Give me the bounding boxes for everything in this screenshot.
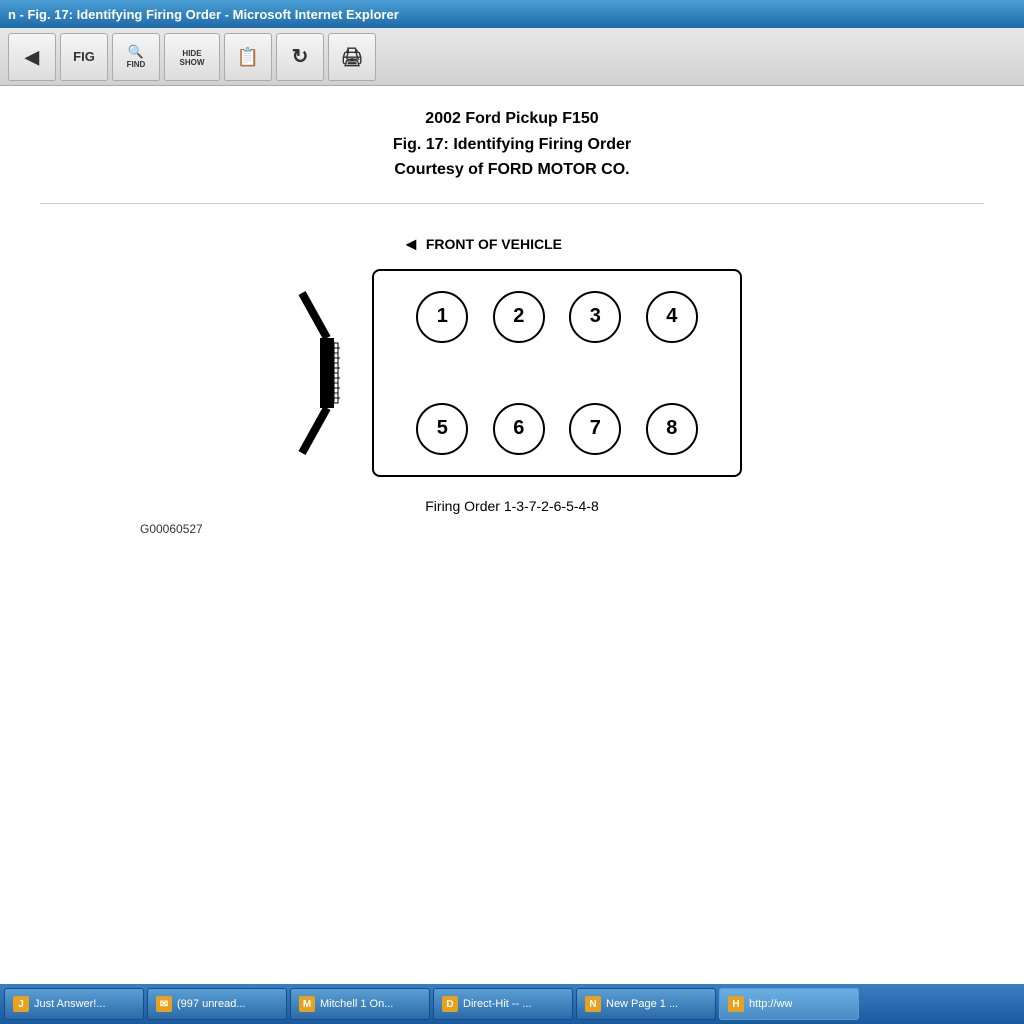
title-divider xyxy=(40,203,984,204)
cylinder-4: 4 xyxy=(646,291,698,343)
taskbar-item-justanswer[interactable]: J Just Answer!... xyxy=(4,988,144,1020)
diagram-container: ◄ FRONT OF VEHICLE xyxy=(40,234,984,536)
title-line1: 2002 Ford Pickup F150 xyxy=(40,106,984,132)
find-label: FIND xyxy=(127,60,146,69)
toolbar-btn-refresh[interactable]: ↻ xyxy=(276,33,324,81)
toolbar-btn-nav[interactable]: 📋 xyxy=(224,33,272,81)
taskbar-item-http[interactable]: H http://ww xyxy=(719,988,859,1020)
hideshow-label: HIDESHOW xyxy=(180,49,205,67)
cylinder-row-top: 1 2 3 4 xyxy=(404,291,710,343)
taskbar-label-mitchell: Mitchell 1 On... xyxy=(320,998,393,1010)
firing-order-text: Firing Order 1-3-7-2-6-5-4-8 xyxy=(425,498,599,514)
front-label-text: FRONT OF VEHICLE xyxy=(426,236,562,252)
taskbar-label-directhit: Direct-Hit -- ... xyxy=(463,998,531,1010)
taskbar-icon-http: H xyxy=(728,996,744,1012)
toolbar-btn-prev[interactable]: ◀ xyxy=(8,33,56,81)
taskbar-icon-mitchell: M xyxy=(299,996,315,1012)
cylinder-7: 7 xyxy=(569,403,621,455)
page-title: 2002 Ford Pickup F150 Fig. 17: Identifyi… xyxy=(40,106,984,183)
engine-block: 1 2 3 4 5 6 7 8 xyxy=(372,269,742,477)
taskbar-icon-997unread: ✉ xyxy=(156,996,172,1012)
find-icon: 🔍 xyxy=(128,45,144,58)
taskbar-label-http: http://ww xyxy=(749,998,792,1010)
taskbar-label-997unread: (997 unread... xyxy=(177,998,246,1010)
taskbar-item-997unread[interactable]: ✉ (997 unread... xyxy=(147,988,287,1020)
prev-icon: ◀ xyxy=(25,48,39,66)
print-icon: 🖨 xyxy=(341,48,364,66)
cylinder-5: 5 xyxy=(416,403,468,455)
cylinder-6: 6 xyxy=(493,403,545,455)
toolbar: ◀ FIG 🔍 FIND HIDESHOW 📋 ↻ 🖨 xyxy=(0,28,1024,86)
title-line2: Fig. 17: Identifying Firing Order xyxy=(40,132,984,158)
engine-diagram: 1 2 3 4 5 6 7 8 xyxy=(282,263,742,483)
toolbar-btn-fig[interactable]: FIG xyxy=(60,33,108,81)
content-area: 2002 Ford Pickup F150 Fig. 17: Identifyi… xyxy=(0,86,1024,984)
distributor xyxy=(282,263,362,483)
taskbar-item-mitchell[interactable]: M Mitchell 1 On... xyxy=(290,988,430,1020)
taskbar: J Just Answer!... ✉ (997 unread... M Mit… xyxy=(0,984,1024,1024)
toolbar-btn-find[interactable]: 🔍 FIND xyxy=(112,33,160,81)
cylinder-row-bottom: 5 6 7 8 xyxy=(404,403,710,455)
title-bar: n - Fig. 17: Identifying Firing Order - … xyxy=(0,0,1024,28)
taskbar-label-newpage1: New Page 1 ... xyxy=(606,998,678,1010)
distributor-svg xyxy=(282,263,362,483)
taskbar-icon-justanswer: J xyxy=(13,996,29,1012)
title-line3: Courtesy of FORD MOTOR CO. xyxy=(40,157,984,183)
nav-icon: 📋 xyxy=(237,48,259,66)
front-arrow-icon: ◄ xyxy=(402,234,420,255)
cylinder-1: 1 xyxy=(416,291,468,343)
toolbar-btn-hideshow[interactable]: HIDESHOW xyxy=(164,33,220,81)
toolbar-btn-print[interactable]: 🖨 xyxy=(328,33,376,81)
taskbar-label-justanswer: Just Answer!... xyxy=(34,998,106,1010)
refresh-icon: ↻ xyxy=(292,47,309,67)
fig-icon: FIG xyxy=(73,50,95,63)
title-bar-text: n - Fig. 17: Identifying Firing Order - … xyxy=(8,7,399,22)
cylinder-3: 3 xyxy=(569,291,621,343)
taskbar-icon-newpage1: N xyxy=(585,996,601,1012)
taskbar-item-newpage1[interactable]: N New Page 1 ... xyxy=(576,988,716,1020)
taskbar-item-directhit[interactable]: D Direct-Hit -- ... xyxy=(433,988,573,1020)
cylinder-8: 8 xyxy=(646,403,698,455)
taskbar-icon-directhit: D xyxy=(442,996,458,1012)
front-label: ◄ FRONT OF VEHICLE xyxy=(402,234,562,255)
cylinder-2: 2 xyxy=(493,291,545,343)
part-number: G00060527 xyxy=(140,522,203,536)
